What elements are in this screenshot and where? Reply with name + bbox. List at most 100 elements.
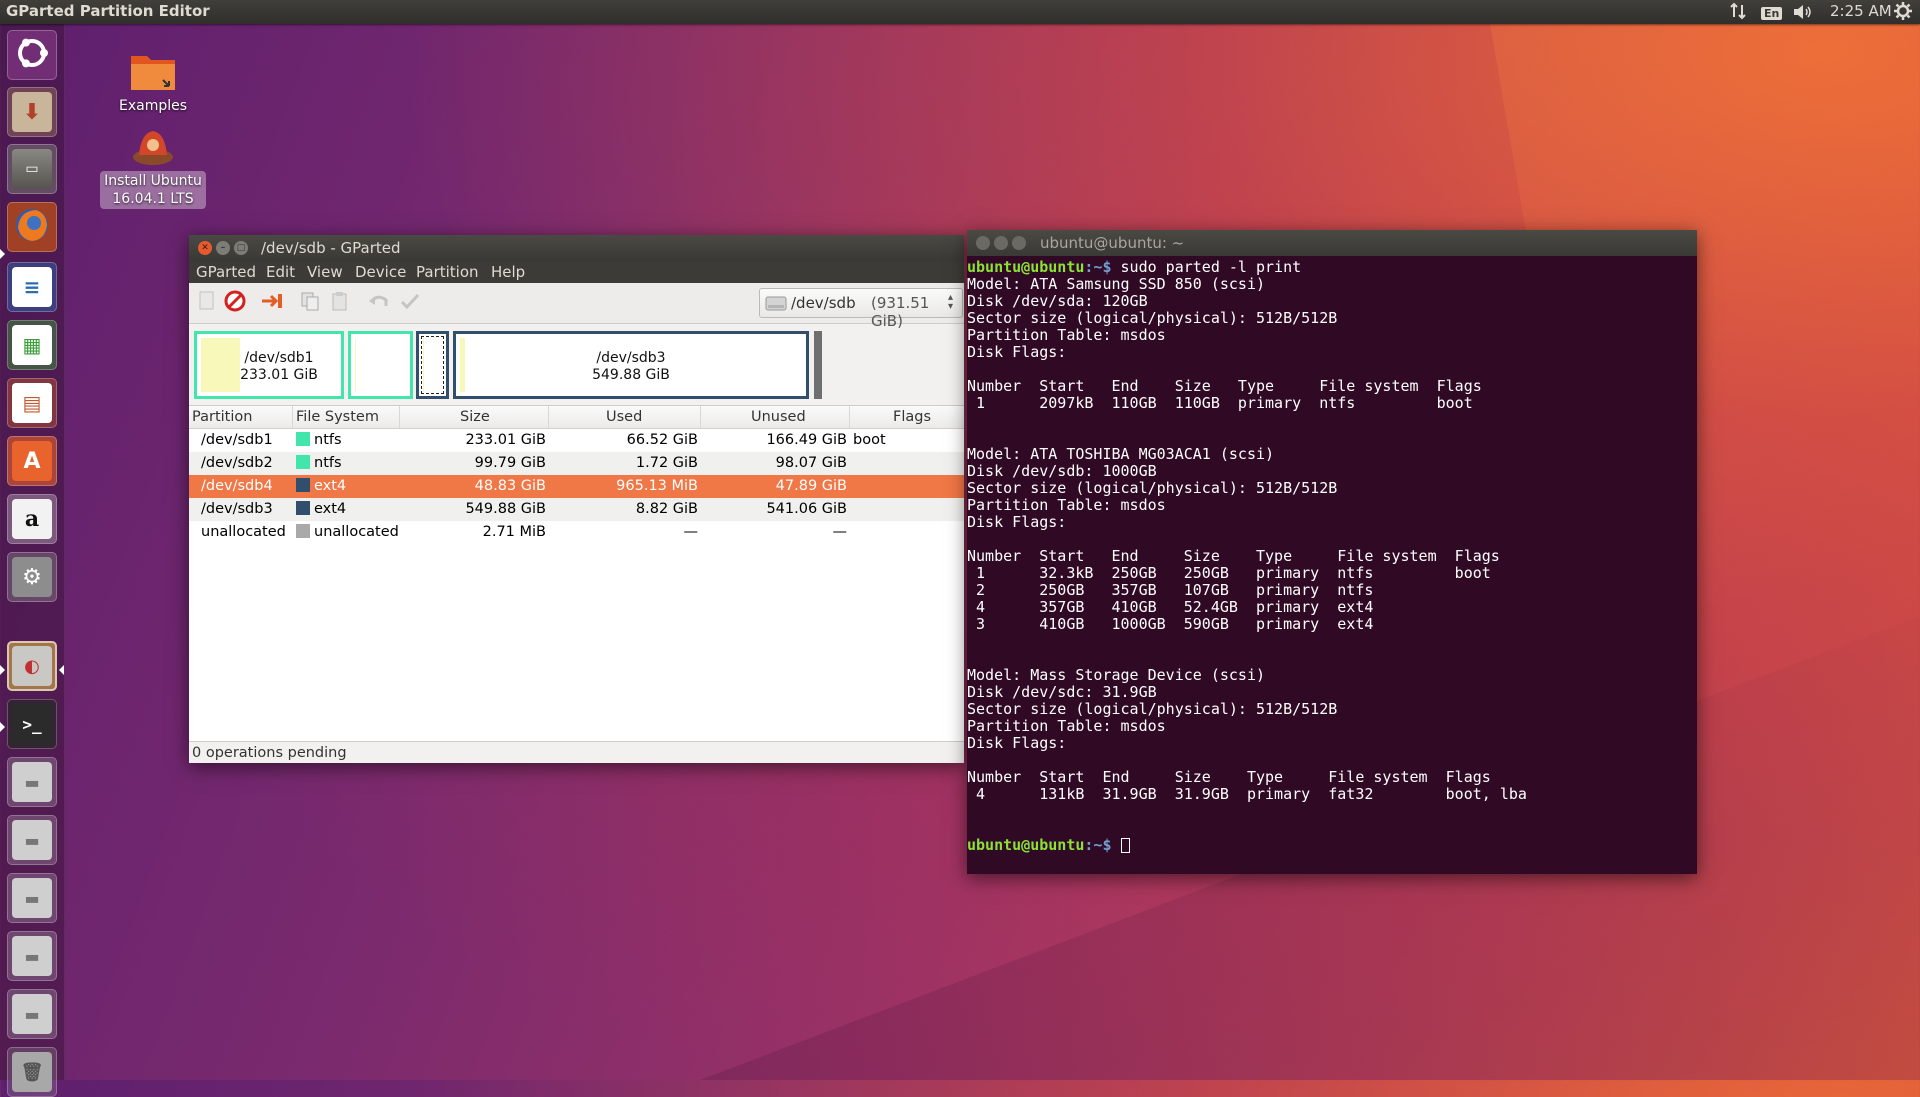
- resize-move-button[interactable]: [260, 291, 286, 315]
- output-line: [967, 633, 1697, 650]
- terminal-output[interactable]: ubuntu@ubuntu:~$ sudo parted -l print Mo…: [967, 256, 1697, 874]
- volume-icon[interactable]: [1792, 2, 1814, 26]
- gparted-window: ✕ – □ /dev/sdb - GParted GParted Edit Vi…: [189, 235, 964, 763]
- output-line: Sector size (logical/physical): 512B/512…: [967, 701, 1697, 718]
- cell-partition: unallocated: [189, 521, 293, 544]
- output-line: Disk Flags:: [967, 344, 1697, 361]
- undo-button[interactable]: [366, 291, 392, 315]
- partition-map: /dev/sdb1 233.01 GiB /dev/sdb3 549.88 Gi…: [189, 329, 964, 405]
- calc-launcher-button[interactable]: ▦: [7, 320, 57, 370]
- column-header-used[interactable]: Used: [549, 406, 701, 428]
- delete-partition-button[interactable]: [222, 291, 248, 315]
- output-line: 1 2097kB 110GB 110GB primary ntfs boot: [967, 395, 1697, 412]
- column-header-size[interactable]: Size: [400, 406, 549, 428]
- terminal-titlebar[interactable]: ubuntu@ubuntu: ~: [967, 230, 1697, 256]
- cell-fs: ntfs: [293, 429, 400, 452]
- copy-button[interactable]: [297, 291, 323, 315]
- amazon-launcher-button[interactable]: a: [7, 494, 57, 544]
- filesystem-color-swatch: [296, 455, 310, 469]
- drive-2-launcher-button[interactable]: ▬: [7, 815, 57, 865]
- gparted-launcher-button[interactable]: ◐: [7, 641, 57, 691]
- terminal-launcher-button[interactable]: >_: [7, 699, 57, 749]
- output-line: Model: ATA TOSHIBA MG03ACA1 (scsi): [967, 446, 1697, 463]
- menu-help[interactable]: Help: [491, 263, 525, 281]
- drive-5-launcher-button[interactable]: ▬: [7, 989, 57, 1039]
- label-line2: 16.04.1 LTS: [112, 191, 193, 207]
- partition-block-sdb2[interactable]: [348, 331, 413, 399]
- drive-icon: ▬: [12, 994, 52, 1034]
- desktop-icon-install-ubuntu[interactable]: Install Ubuntu 16.04.1 LTS: [99, 127, 207, 209]
- maximize-icon[interactable]: [1012, 236, 1026, 250]
- window-title: /dev/sdb - GParted: [261, 239, 401, 257]
- column-header-flags[interactable]: Flags: [850, 406, 964, 428]
- partition-block-sdb4[interactable]: [416, 331, 449, 399]
- menu-edit[interactable]: Edit: [266, 263, 295, 281]
- device-selector[interactable]: /dev/sdb (931.51 GiB) ▴▾: [759, 288, 963, 318]
- clock[interactable]: 2:25 AM: [1830, 2, 1892, 20]
- cell-fs: unallocated: [293, 521, 400, 544]
- output-line: [967, 752, 1697, 769]
- output-line: Number Start End Size Type File system F…: [967, 769, 1697, 786]
- paste-button[interactable]: [327, 291, 353, 315]
- close-icon[interactable]: ✕: [198, 241, 212, 255]
- network-updown-icon[interactable]: [1729, 1, 1747, 25]
- trash-launcher-button[interactable]: 🗑: [7, 1047, 57, 1097]
- files-launcher-button[interactable]: ▭: [7, 144, 57, 194]
- output-line: Disk /dev/sda: 120GB: [967, 293, 1697, 310]
- table-row[interactable]: /dev/sdb2ntfs99.79 GiB1.72 GiB98.07 GiB: [189, 452, 964, 475]
- settings-launcher-button[interactable]: ⚙: [7, 552, 57, 602]
- output-line: [967, 650, 1697, 667]
- keyboard-layout-icon[interactable]: En: [1761, 3, 1782, 21]
- power-gear-icon[interactable]: [1893, 1, 1913, 25]
- table-row[interactable]: unallocatedunallocated2.71 MiB——: [189, 521, 964, 544]
- unallocated-block[interactable]: [814, 331, 822, 399]
- writer-launcher-button[interactable]: ≡: [7, 262, 57, 312]
- software-launcher-button[interactable]: A: [7, 436, 57, 486]
- filesystem-color-swatch: [296, 478, 310, 492]
- drive-1-launcher-button[interactable]: ▬: [7, 757, 57, 807]
- cell-size: 2.71 MiB: [400, 521, 549, 544]
- harddisk-icon: [765, 293, 787, 317]
- impress-launcher-button[interactable]: ▤: [7, 378, 57, 428]
- column-header-unused[interactable]: Unused: [701, 406, 850, 428]
- cell-partition: /dev/sdb1: [189, 429, 293, 452]
- filesystem-label: ext4: [314, 478, 346, 494]
- partition-block-sdb1[interactable]: /dev/sdb1 233.01 GiB: [194, 331, 344, 399]
- minimize-icon[interactable]: [994, 236, 1008, 250]
- new-doc-icon: [198, 291, 216, 315]
- firefox-launcher-button[interactable]: [7, 202, 57, 252]
- gparted-titlebar[interactable]: ✕ – □ /dev/sdb - GParted: [189, 235, 964, 261]
- active-app-title: GParted Partition Editor: [6, 2, 210, 20]
- table-row[interactable]: /dev/sdb3ext4549.88 GiB8.82 GiB541.06 Gi…: [189, 498, 964, 521]
- partition-block-size: 233.01 GiB: [240, 367, 318, 383]
- new-partition-button[interactable]: [194, 291, 220, 315]
- file-cabinet-icon: ▭: [12, 149, 52, 189]
- cell-partition: /dev/sdb2: [189, 452, 293, 475]
- drive-icon: ▬: [12, 936, 52, 976]
- menu-partition[interactable]: Partition: [416, 263, 479, 281]
- drive-3-launcher-button[interactable]: ▬: [7, 873, 57, 923]
- ubuntu-dash-button[interactable]: [7, 30, 57, 80]
- column-header-partition[interactable]: Partition: [189, 406, 293, 428]
- apply-button[interactable]: [397, 291, 423, 315]
- launcher: ⬇ ▭ ≡ ▦ ▤ A a ⚙ ◐ >_ ▬ ▬ ▬ ▬ ▬ 🗑: [0, 24, 65, 1080]
- minimize-icon[interactable]: –: [216, 241, 230, 255]
- table-row[interactable]: /dev/sdb1ntfs233.01 GiB66.52 GiB166.49 G…: [189, 429, 964, 452]
- writer-doc-icon: ≡: [12, 267, 52, 307]
- partition-block-sdb3[interactable]: /dev/sdb3 549.88 GiB: [453, 331, 809, 399]
- table-row[interactable]: /dev/sdb4ext448.83 GiB965.13 MiB47.89 Gi…: [189, 475, 964, 498]
- menu-view[interactable]: View: [307, 263, 343, 281]
- menu-device[interactable]: Device: [355, 263, 406, 281]
- install-ubuntu-launcher-button[interactable]: ⬇: [7, 87, 57, 137]
- cell-unused: —: [701, 521, 850, 544]
- delete-icon: [224, 290, 246, 316]
- close-icon[interactable]: [976, 236, 990, 250]
- menu-gparted[interactable]: GParted: [196, 263, 256, 281]
- impress-slide-icon: ▤: [12, 383, 52, 423]
- desktop-icon-examples[interactable]: Examples: [110, 50, 196, 114]
- paste-icon: [330, 291, 350, 315]
- maximize-icon[interactable]: □: [234, 241, 248, 255]
- column-header-filesystem[interactable]: File System: [293, 406, 400, 428]
- drive-4-launcher-button[interactable]: ▬: [7, 931, 57, 981]
- drive-icon: ▬: [12, 878, 52, 918]
